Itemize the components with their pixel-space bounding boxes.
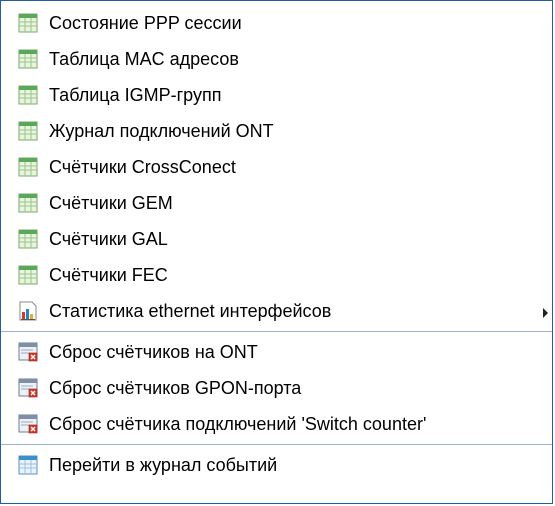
menu-item[interactable]: Журнал подключений ONT xyxy=(1,113,552,149)
menu-item[interactable]: Счётчики GAL xyxy=(1,221,552,257)
bar-chart-icon xyxy=(17,301,39,321)
menu-item[interactable]: Таблица MAC адресов xyxy=(1,41,552,77)
menu-item-label: Сброс счётчиков на ONT xyxy=(49,342,258,362)
menu-item[interactable]: Счётчики CrossConect xyxy=(1,149,552,185)
menu-item[interactable]: Таблица IGMP-групп xyxy=(1,77,552,113)
menu-item-label: Счётчики FEC xyxy=(49,265,168,285)
menu-group-reset: Сброс счётчиков на ONT Сброс счётчиков G… xyxy=(1,334,552,442)
menu-item-label: Счётчики GEM xyxy=(49,193,173,213)
menu-item-label: Сброс счётчика подключений 'Switch count… xyxy=(49,414,427,434)
menu-item[interactable]: Сброс счётчика подключений 'Switch count… xyxy=(1,406,552,442)
menu-item[interactable]: Счётчики FEC xyxy=(1,257,552,293)
table-icon xyxy=(17,121,39,141)
menu-item-label: Статистика ethernet интерфейсов xyxy=(49,301,332,321)
menu-separator xyxy=(1,331,552,332)
menu-item[interactable]: Счётчики GEM xyxy=(1,185,552,221)
menu-item[interactable]: Состояние PPP сессии xyxy=(1,5,552,41)
menu-separator xyxy=(1,444,552,445)
menu-item-label: Журнал подключений ONT xyxy=(49,121,274,141)
menu-item-label: Состояние PPP сессии xyxy=(49,13,242,33)
menu-item[interactable]: Перейти в журнал событий xyxy=(1,447,552,483)
menu-item-label: Счётчики GAL xyxy=(49,229,168,249)
menu-item-label: Счётчики CrossConect xyxy=(49,157,236,177)
menu-item-label: Сброс счётчиков GPON-порта xyxy=(49,378,302,398)
table-icon xyxy=(17,85,39,105)
menu-item-label: Таблица IGMP-групп xyxy=(49,85,222,105)
menu-item[interactable]: Статистика ethernet интерфейсов xyxy=(1,293,552,329)
table-icon xyxy=(17,157,39,177)
menu-group-navigation: Перейти в журнал событий xyxy=(1,447,552,483)
menu-item-label: Перейти в журнал событий xyxy=(49,455,278,475)
table-icon xyxy=(17,49,39,69)
event-log-icon xyxy=(17,455,39,475)
menu-group-statistics: Состояние PPP сессии Таблица MAC адресов… xyxy=(1,5,552,329)
table-icon xyxy=(17,229,39,249)
table-icon xyxy=(17,265,39,285)
table-icon xyxy=(17,13,39,33)
reset-counter-icon xyxy=(17,342,39,362)
reset-counter-icon xyxy=(17,378,39,398)
menu-item[interactable]: Сброс счётчиков на ONT xyxy=(1,334,552,370)
menu-item-label: Таблица MAC адресов xyxy=(49,49,239,69)
table-icon xyxy=(17,193,39,213)
menu-item[interactable]: Сброс счётчиков GPON-порта xyxy=(1,370,552,406)
reset-counter-icon xyxy=(17,414,39,434)
context-menu: Состояние PPP сессии Таблица MAC адресов… xyxy=(0,0,553,504)
submenu-arrow-icon xyxy=(540,304,550,318)
